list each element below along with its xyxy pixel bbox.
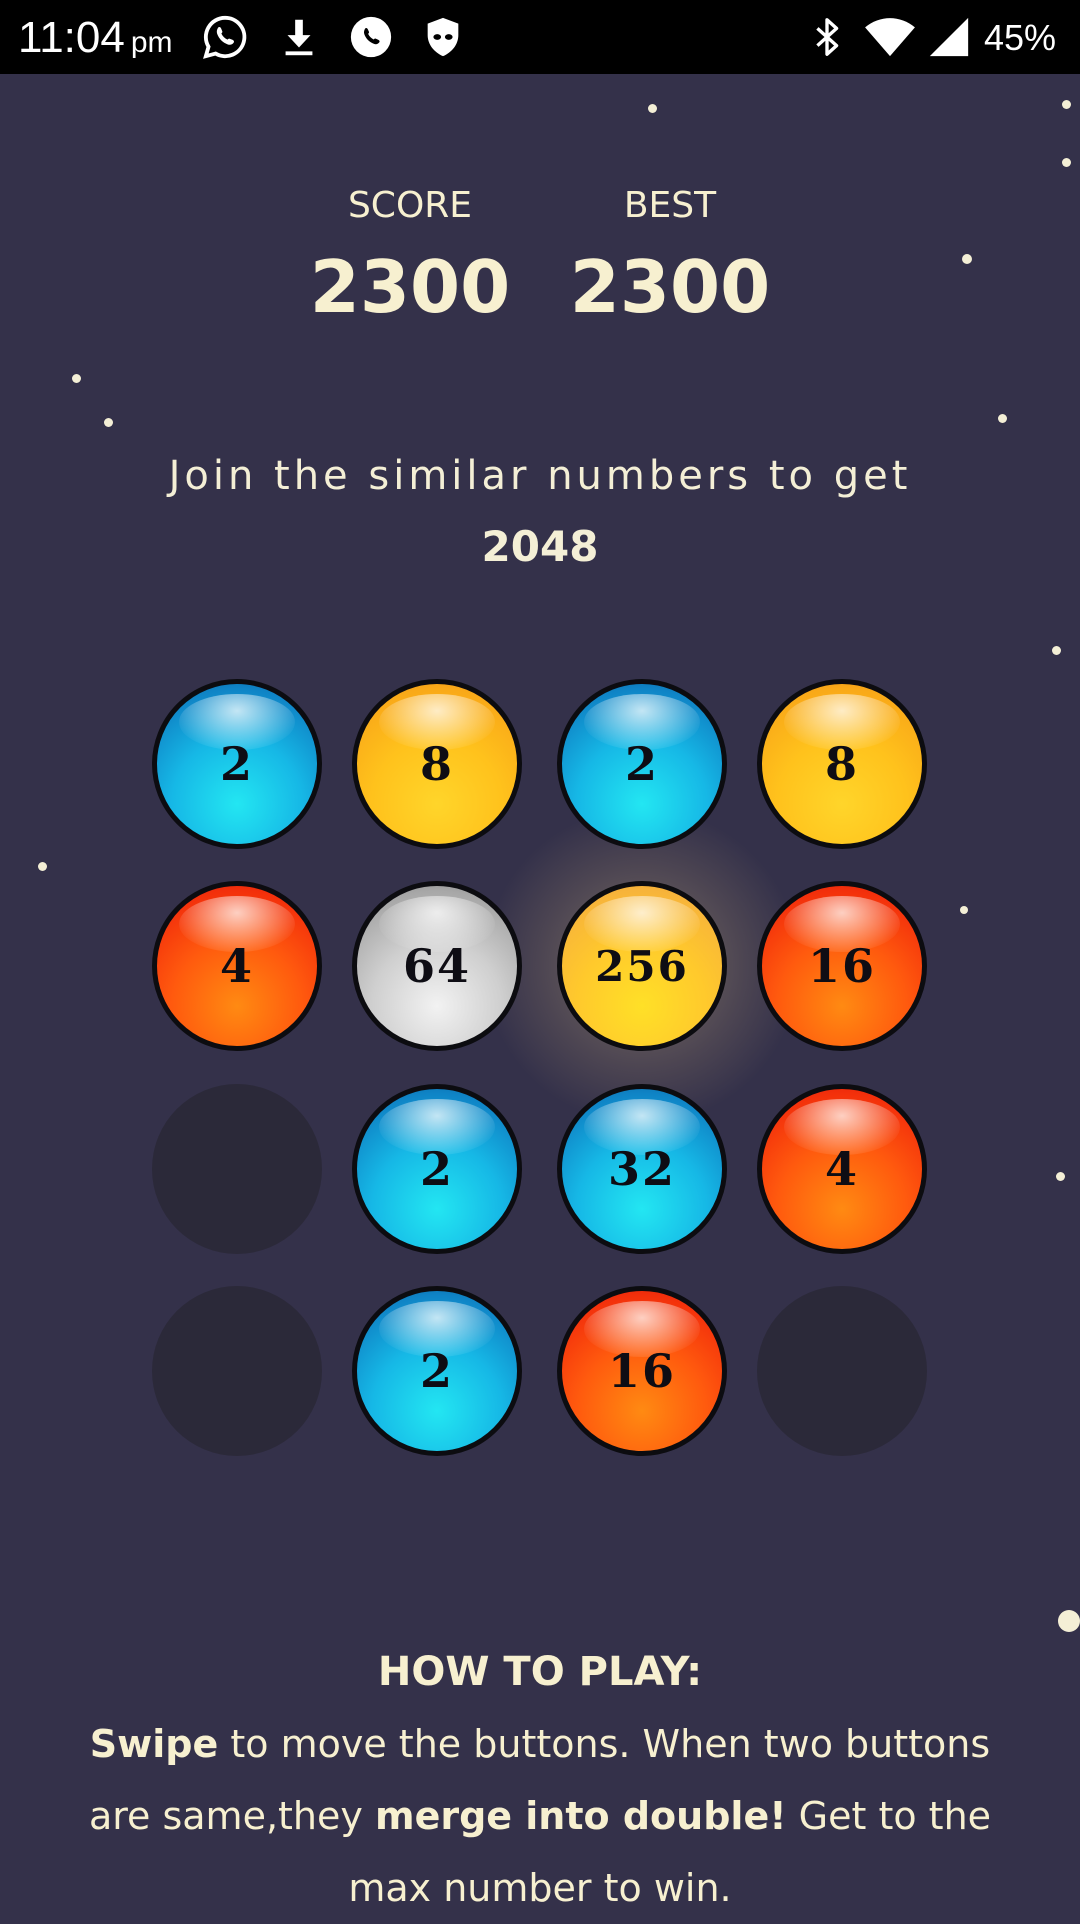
tile-value: 16 <box>607 1344 676 1398</box>
goal-target: 2048 <box>481 522 599 571</box>
game-board[interactable]: 2 8 2 8 4 64 256 16 2 32 4 2 16 <box>0 0 1080 1920</box>
status-time-ampm: pm <box>130 26 173 59</box>
tile-2: 2 <box>352 1084 522 1254</box>
star <box>72 374 81 383</box>
star <box>104 418 113 427</box>
whatsapp-icon <box>203 15 247 59</box>
score-value: 2300 <box>309 245 511 329</box>
tile-value: 2 <box>219 737 254 791</box>
star <box>1058 1610 1080 1632</box>
tile-value: 8 <box>419 737 454 791</box>
tile-value: 16 <box>807 939 876 993</box>
tile-4: 4 <box>757 1084 927 1254</box>
signal-icon <box>929 17 969 57</box>
bluetooth-icon <box>816 18 839 56</box>
star <box>1062 158 1071 167</box>
tile-256: 256 <box>557 881 727 1051</box>
star <box>962 254 972 264</box>
wifi-icon <box>865 18 915 57</box>
tile-2: 2 <box>557 679 727 849</box>
tile-value: 4 <box>219 939 254 993</box>
star <box>1052 646 1061 655</box>
tile-8: 8 <box>757 679 927 849</box>
score-panel: SCORE 2300 <box>290 180 530 342</box>
download-icon <box>285 19 313 56</box>
how-to-play-title: HOW TO PLAY: <box>377 1649 703 1695</box>
star <box>960 906 968 914</box>
empty-cell <box>152 1084 322 1254</box>
tile-value: 4 <box>824 1142 859 1196</box>
merge-phrase: merge into double! <box>374 1794 787 1838</box>
best-label: BEST <box>623 185 717 226</box>
status-bar: 11:04 pm 45% <box>0 0 1080 74</box>
phone-icon <box>350 16 392 58</box>
best-value: 2300 <box>569 245 771 329</box>
how-to-play-text: Swipe to move the buttons. When two butt… <box>60 1708 1020 1924</box>
empty-cell <box>152 1286 322 1456</box>
empty-cell <box>757 1286 927 1456</box>
star <box>998 414 1007 423</box>
tile-value: 32 <box>607 1142 676 1196</box>
tile-value: 2 <box>624 737 659 791</box>
battery-percentage: 45% <box>983 17 1056 58</box>
star <box>648 104 657 113</box>
best-panel: BEST 2300 <box>550 180 790 342</box>
score-label: SCORE <box>347 185 473 226</box>
tile-value: 2 <box>419 1344 454 1398</box>
tile-value: 2 <box>419 1142 454 1196</box>
how-to-play: HOW TO PLAY: Swipe to move the buttons. … <box>60 1640 1020 1924</box>
tile-32: 32 <box>557 1084 727 1254</box>
star <box>1062 100 1071 109</box>
tile-8: 8 <box>352 679 522 849</box>
tile-value: 8 <box>824 737 859 791</box>
star <box>1056 1172 1065 1181</box>
star <box>38 862 47 871</box>
status-time-value: 11:04 <box>18 13 125 62</box>
tile-16: 16 <box>557 1286 727 1456</box>
tile-2: 2 <box>352 1286 522 1456</box>
tile-16: 16 <box>757 881 927 1051</box>
tile-2: 2 <box>152 679 322 849</box>
tile-value: 256 <box>595 941 689 991</box>
tile-64: 64 <box>352 881 522 1051</box>
swipe-word: Swipe <box>89 1722 219 1766</box>
goal-tagline: Join the similar numbers to get 2048 <box>0 445 1080 579</box>
shield-icon <box>427 17 459 57</box>
goal-text: Join the similar numbers to get <box>168 453 912 499</box>
tile-4: 4 <box>152 881 322 1051</box>
status-time: 11:04 pm <box>18 10 173 71</box>
tile-value: 64 <box>402 939 471 993</box>
